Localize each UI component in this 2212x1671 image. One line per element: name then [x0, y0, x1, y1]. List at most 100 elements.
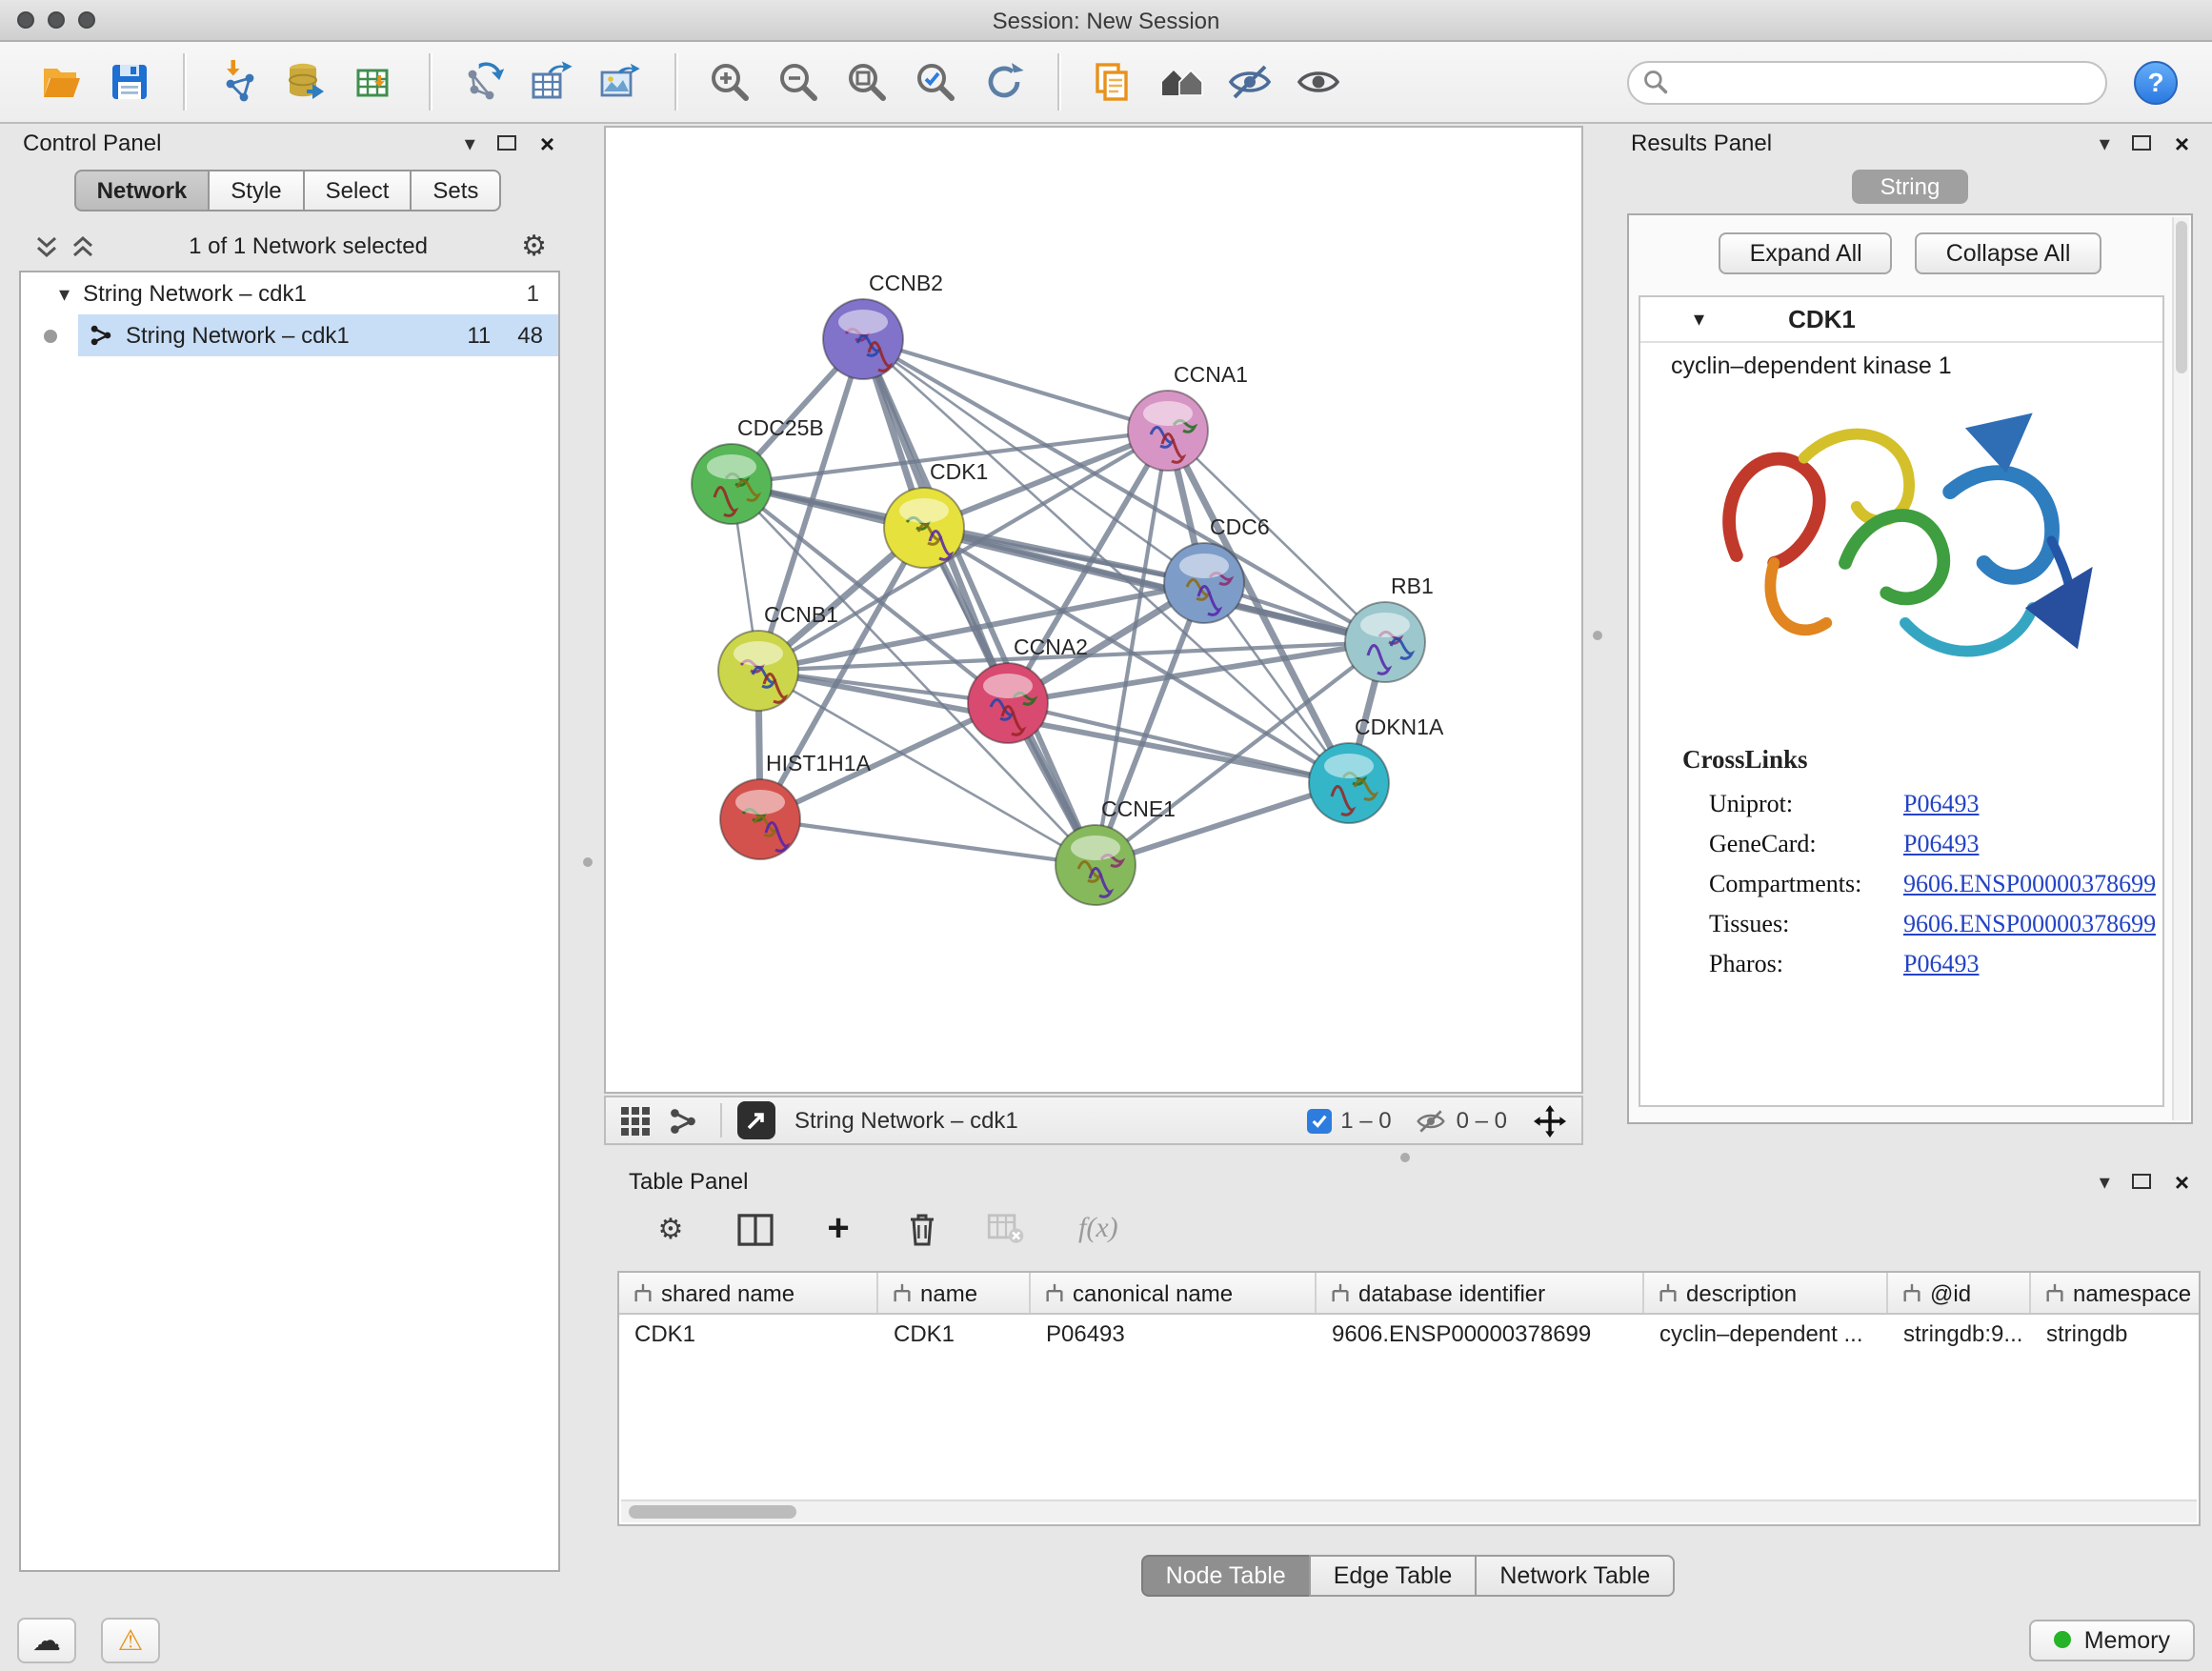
panel-menu-icon[interactable]: ▾: [2100, 1169, 2110, 1194]
vertical-splitter-grip[interactable]: [583, 857, 593, 867]
table-cell[interactable]: CDK1: [619, 1315, 878, 1355]
network-edge-CCNB2-CCNE1[interactable]: [863, 339, 1096, 865]
float-panel-icon[interactable]: [2133, 1174, 2152, 1189]
function-builder-icon[interactable]: f(x): [1078, 1213, 1118, 1245]
close-panel-icon[interactable]: ×: [540, 129, 554, 157]
float-panel-icon[interactable]: [498, 135, 517, 151]
export-image-button[interactable]: [587, 48, 655, 116]
open-session-button[interactable]: [27, 48, 95, 116]
expand-all-icon[interactable]: [70, 233, 95, 258]
network-node-CCNA1[interactable]: CCNA1: [1128, 362, 1248, 471]
network-edge-CCNB2-CCNA1[interactable]: [863, 339, 1168, 431]
zoom-in-button[interactable]: [695, 48, 764, 116]
network-graph[interactable]: CCNB2CCNA1CDC25BCDK1CDC6RB1CCNB1CCNA2CDK…: [606, 128, 1581, 1092]
network-node-CDC25B[interactable]: CDC25B: [692, 415, 824, 524]
table-cell[interactable]: CDK1: [878, 1315, 1031, 1355]
table-settings-icon[interactable]: ⚙: [648, 1206, 694, 1252]
network-edge-CCNA2-CDKN1A[interactable]: [1008, 703, 1349, 783]
close-window-button[interactable]: [17, 11, 34, 29]
network-node-CCNB2[interactable]: CCNB2: [823, 271, 943, 379]
birdseye-view-icon[interactable]: [669, 1106, 697, 1135]
gear-icon[interactable]: ⚙: [521, 229, 547, 263]
scrollbar-thumb[interactable]: [629, 1505, 796, 1519]
zoom-fit-button[interactable]: [833, 48, 901, 116]
network-node-RB1[interactable]: RB1: [1345, 574, 1434, 682]
column-header-database-identifier[interactable]: database identifier: [1317, 1273, 1644, 1313]
vertical-splitter-grip[interactable]: [1593, 631, 1602, 640]
close-panel-icon[interactable]: ×: [2175, 129, 2189, 157]
tab-network[interactable]: Network: [74, 170, 211, 211]
tab-edge-table[interactable]: Edge Table: [1309, 1555, 1478, 1597]
close-panel-icon[interactable]: ×: [2175, 1167, 2189, 1196]
tab-node-table[interactable]: Node Table: [1141, 1555, 1311, 1597]
hide-selection-button[interactable]: [1216, 48, 1284, 116]
panel-menu-icon[interactable]: ▾: [465, 131, 475, 155]
grid-view-icon[interactable]: [621, 1106, 650, 1135]
cloud-button[interactable]: ☁: [17, 1617, 76, 1662]
checkbox-icon[interactable]: [1306, 1108, 1331, 1133]
tab-string[interactable]: String: [1852, 170, 1969, 204]
crosslink-uniprot[interactable]: P06493: [1903, 789, 1979, 819]
show-selection-button[interactable]: [1284, 48, 1353, 116]
column-header-id[interactable]: @id: [1888, 1273, 2031, 1313]
import-network-from-database-button[interactable]: [272, 48, 341, 116]
expand-all-button[interactable]: Expand All: [1719, 232, 1893, 274]
copy-document-button[interactable]: [1078, 48, 1147, 116]
collection-expand-icon[interactable]: ▾: [59, 281, 70, 306]
network-canvas[interactable]: CCNB2CCNA1CDC25BCDK1CDC6RB1CCNB1CCNA2CDK…: [604, 126, 1583, 1094]
results-scrollbar[interactable]: [2172, 217, 2189, 1120]
add-column-icon[interactable]: +: [815, 1206, 861, 1252]
zoom-selected-button[interactable]: [901, 48, 970, 116]
memory-button[interactable]: Memory: [2029, 1619, 2195, 1661]
refresh-button[interactable]: [970, 48, 1038, 116]
collapse-all-icon[interactable]: [34, 233, 59, 258]
zoom-out-button[interactable]: [764, 48, 833, 116]
import-table-from-file-button[interactable]: [341, 48, 410, 116]
network-node-HIST1H1A[interactable]: HIST1H1A: [720, 751, 872, 859]
protein-section-header[interactable]: ▾ CDK1: [1640, 297, 2162, 343]
crosslink-pharos[interactable]: P06493: [1903, 949, 1979, 979]
tab-select[interactable]: Select: [303, 170, 412, 211]
section-collapse-icon[interactable]: ▾: [1694, 307, 1704, 332]
table-cell[interactable]: stringdb: [2031, 1315, 2201, 1355]
search-input[interactable]: [1627, 60, 2107, 104]
horizontal-scrollbar[interactable]: [621, 1500, 2197, 1522]
zoom-window-button[interactable]: [78, 11, 95, 29]
float-panel-icon[interactable]: [2133, 135, 2152, 151]
crosslink-tissues[interactable]: 9606.ENSP00000378699: [1903, 909, 2156, 939]
export-network-button[interactable]: [450, 48, 518, 116]
network-collection-row[interactable]: ▾ String Network – cdk1 1: [21, 272, 558, 314]
network-edge-HIST1H1A-CCNE1[interactable]: [760, 819, 1096, 865]
crosslink-compartments[interactable]: 9606.ENSP00000378699: [1903, 869, 2156, 899]
import-network-from-file-button[interactable]: [204, 48, 272, 116]
column-header-shared-name[interactable]: shared name: [619, 1273, 878, 1313]
help-button[interactable]: ?: [2134, 60, 2178, 104]
panel-menu-icon[interactable]: ▾: [2100, 131, 2110, 155]
export-table-button[interactable]: [518, 48, 587, 116]
open-in-new-window-button[interactable]: [737, 1101, 775, 1139]
pan-mode-icon[interactable]: [1534, 1104, 1566, 1137]
table-cell[interactable]: 9606.ENSP00000378699: [1317, 1315, 1644, 1355]
column-header-name[interactable]: name: [878, 1273, 1031, 1313]
table-cell[interactable]: cyclin–dependent ...: [1644, 1315, 1888, 1355]
network-row[interactable]: String Network – cdk1 11 48: [21, 314, 558, 356]
table-cell[interactable]: P06493: [1031, 1315, 1317, 1355]
tab-network-table[interactable]: Network Table: [1475, 1555, 1675, 1597]
column-header-description[interactable]: description: [1644, 1273, 1888, 1313]
delete-column-icon[interactable]: [899, 1206, 945, 1252]
homes-button[interactable]: [1147, 48, 1216, 116]
horizontal-splitter-grip[interactable]: [1400, 1153, 1410, 1162]
warnings-button[interactable]: ⚠: [101, 1617, 160, 1662]
crosslink-genecard[interactable]: P06493: [1903, 829, 1979, 859]
collapse-all-button[interactable]: Collapse All: [1916, 232, 2101, 274]
save-session-button[interactable]: [95, 48, 164, 116]
tab-style[interactable]: Style: [208, 170, 304, 211]
show-columns-icon[interactable]: [732, 1206, 777, 1252]
network-node-CDK1[interactable]: CDK1: [884, 459, 988, 568]
column-header-canonical-name[interactable]: canonical name: [1031, 1273, 1317, 1313]
network-node-CDKN1A[interactable]: CDKN1A: [1309, 715, 1444, 823]
table-row[interactable]: CDK1CDK1P064939606.ENSP00000378699cyclin…: [619, 1315, 2199, 1355]
minimize-window-button[interactable]: [48, 11, 65, 29]
selected-network-row[interactable]: String Network – cdk1 11 48: [78, 314, 558, 356]
column-header-namespace[interactable]: namespace: [2031, 1273, 2201, 1313]
